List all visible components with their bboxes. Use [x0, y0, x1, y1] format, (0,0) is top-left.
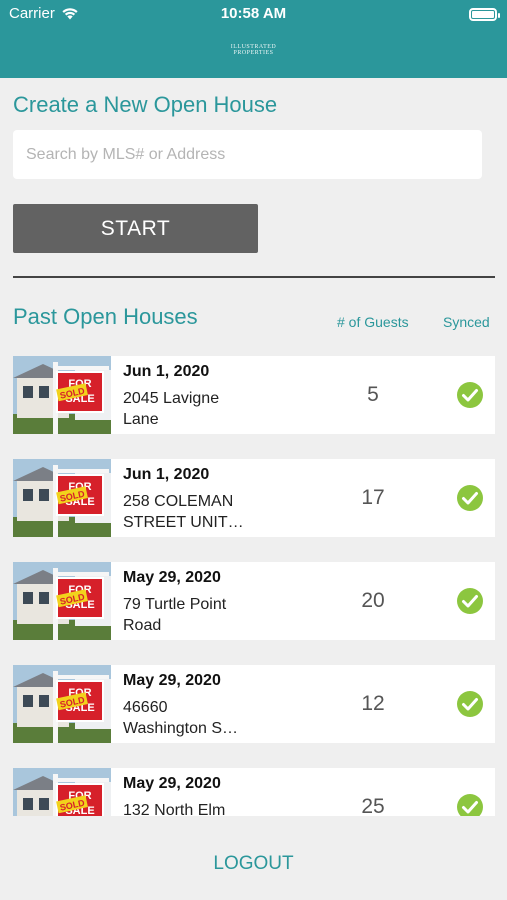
guest-count: 5	[367, 383, 379, 406]
open-house-address: 258 COLEMAN STREET UNIT…	[123, 493, 244, 531]
battery-icon	[469, 8, 500, 21]
brand-logo: ILLUSTRATED PROPERTIES	[230, 44, 277, 56]
open-house-date: Jun 1, 2020	[123, 466, 210, 483]
open-house-row[interactable]: FOR SALE SOLD Jun 1, 2020 2045 Lavigne L…	[13, 356, 495, 434]
house-thumbnail: FOR SALE SOLD	[13, 356, 111, 434]
check-circle-icon	[457, 691, 483, 717]
search-input[interactable]	[13, 130, 482, 179]
past-open-houses-list[interactable]: FOR SALE SOLD Jun 1, 2020 2045 Lavigne L…	[13, 356, 495, 816]
check-circle-icon	[457, 382, 483, 408]
guest-count: 12	[361, 692, 385, 715]
open-house-date: May 29, 2020	[123, 775, 221, 792]
past-open-houses-title: Past Open Houses	[13, 304, 198, 329]
app-header: Carrier 10:58 AM ILLUSTRATED PROPERTIES	[0, 0, 507, 78]
open-house-address: 79 Turtle Point Road	[123, 596, 227, 634]
check-circle-icon	[457, 794, 483, 816]
section-divider	[13, 276, 495, 278]
house-thumbnail: FOR SALE SOLD	[13, 665, 111, 743]
open-house-date: May 29, 2020	[123, 672, 221, 689]
guests-column-header: # of Guests	[337, 314, 409, 330]
open-house-date: Jun 1, 2020	[123, 363, 210, 380]
open-house-address: 46660 Washington S…	[123, 699, 239, 737]
create-open-house-title: Create a New Open House	[13, 92, 278, 117]
status-bar: Carrier 10:58 AM	[0, 0, 507, 28]
open-house-address: 132 North Elm	[123, 802, 226, 816]
start-button[interactable]: START	[13, 204, 258, 253]
synced-column-header: Synced	[443, 314, 490, 330]
open-house-row[interactable]: FOR SALE SOLD Jun 1, 2020 258 COLEMAN ST…	[13, 459, 495, 537]
status-time: 10:58 AM	[220, 5, 287, 22]
open-house-date: May 29, 2020	[123, 569, 221, 586]
house-thumbnail: FOR SALE SOLD	[13, 562, 111, 640]
house-thumbnail: FOR SALE SOLD	[13, 459, 111, 537]
guest-count: 25	[361, 795, 385, 816]
check-circle-icon	[457, 485, 483, 511]
open-house-row[interactable]: FOR SALE SOLD May 29, 2020 132 North Elm…	[13, 768, 495, 816]
guest-count: 17	[361, 486, 385, 509]
house-thumbnail: FOR SALE SOLD	[13, 768, 111, 816]
open-house-address: 2045 Lavigne Lane	[123, 390, 220, 428]
check-circle-icon	[457, 588, 483, 614]
logout-button[interactable]: LOGOUT	[0, 853, 507, 875]
open-house-row[interactable]: FOR SALE SOLD May 29, 2020 79 Turtle Poi…	[13, 562, 495, 640]
guest-count: 20	[361, 589, 385, 612]
open-house-row[interactable]: FOR SALE SOLD May 29, 2020 46660 Washing…	[13, 665, 495, 743]
